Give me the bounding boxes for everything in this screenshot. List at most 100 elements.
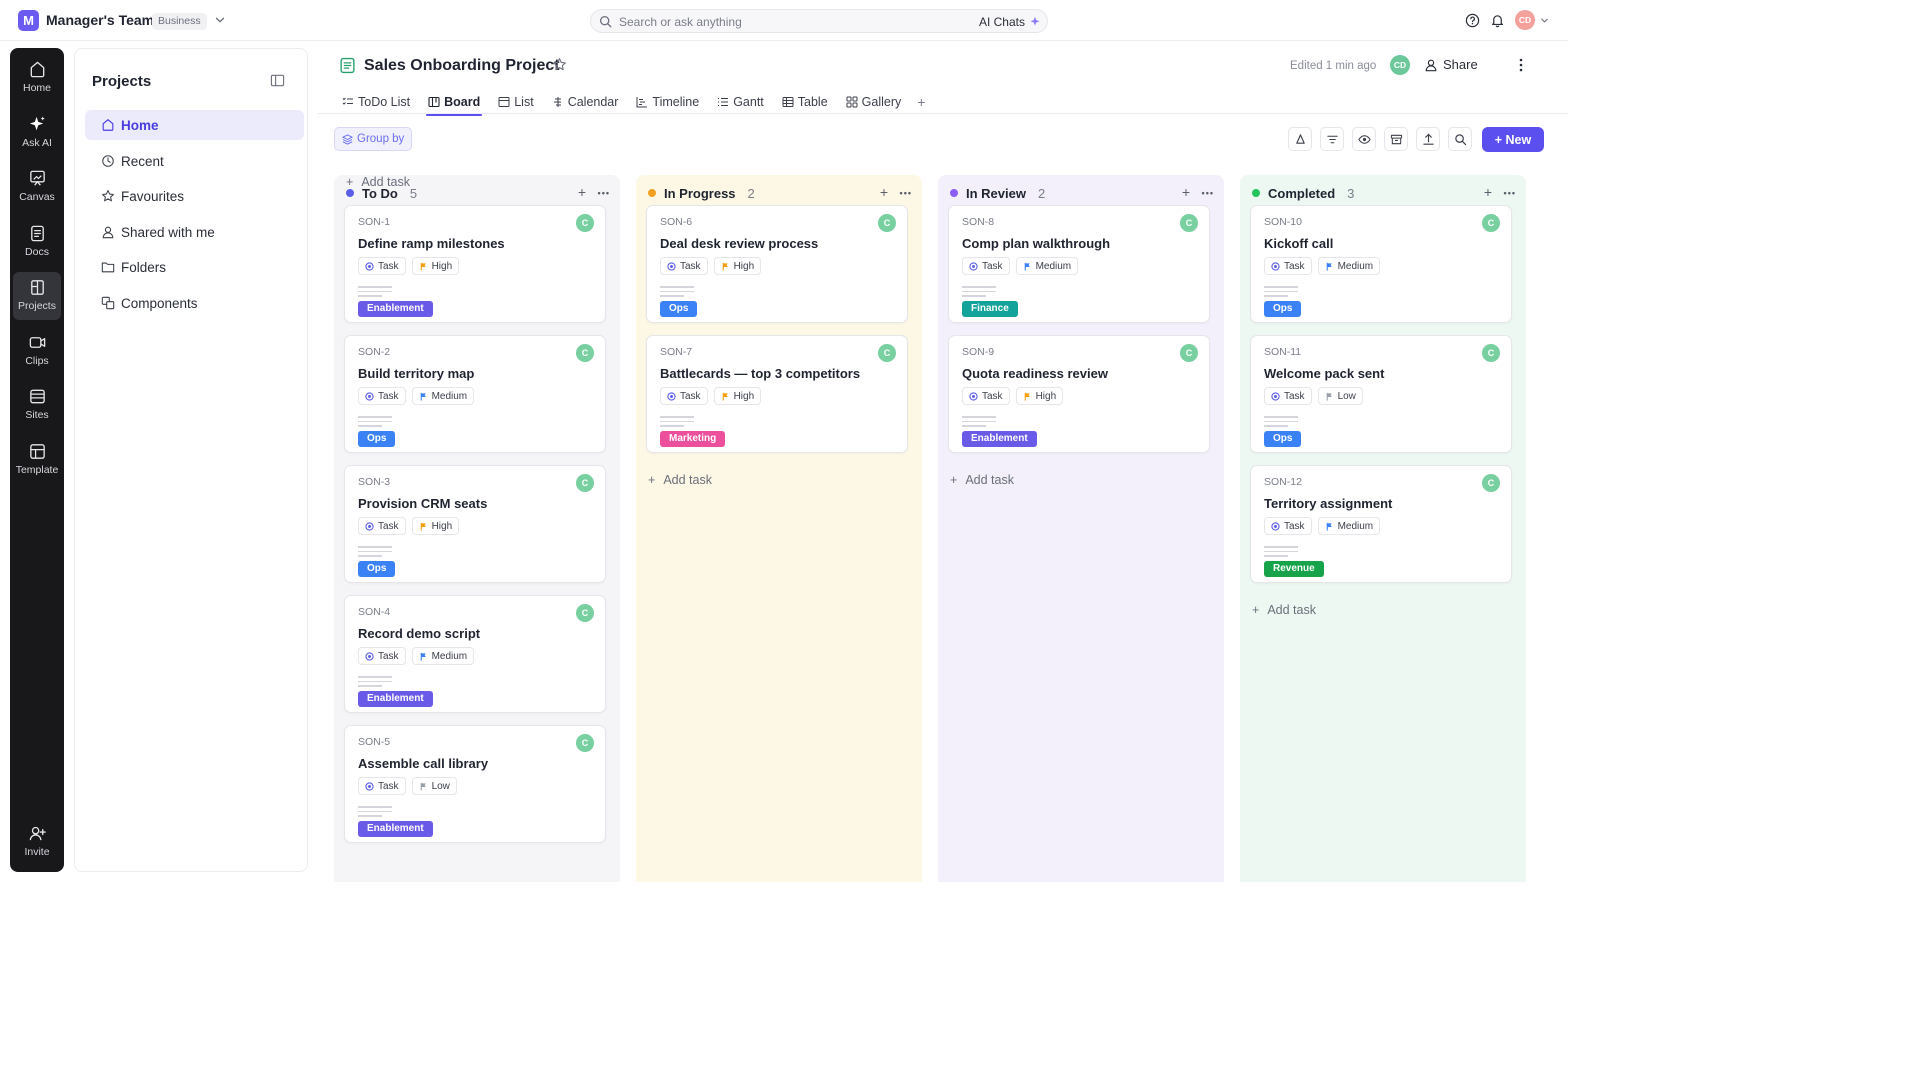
assignee-avatar[interactable]: C: [1180, 344, 1198, 362]
assignee-avatar[interactable]: C: [1180, 214, 1198, 232]
column-add-button[interactable]: +: [578, 183, 586, 201]
more-vertical-icon[interactable]: [1514, 57, 1528, 73]
sort-button[interactable]: [1288, 127, 1312, 151]
sidebar-item-folders[interactable]: Folders: [85, 252, 304, 282]
label-badge[interactable]: Ops: [358, 431, 396, 447]
tab-todo-list[interactable]: ToDo List: [340, 91, 412, 113]
rail-item-docs[interactable]: Docs: [10, 218, 64, 266]
sidebar-item-components[interactable]: Components: [85, 288, 304, 318]
collaborator-avatar[interactable]: CD: [1390, 55, 1410, 75]
assignee-avatar[interactable]: C: [576, 604, 594, 622]
label-badge[interactable]: Enablement: [358, 301, 433, 317]
task-type-chip[interactable]: Task: [660, 387, 708, 405]
task-type-chip[interactable]: Task: [962, 387, 1010, 405]
group-by-button[interactable]: Group by: [334, 127, 413, 151]
favourite-star-icon[interactable]: [552, 57, 567, 72]
task-card[interactable]: SON-1 C Define ramp milestones Task High Enab…: [344, 205, 606, 323]
new-task-button[interactable]: + New: [1482, 127, 1544, 152]
task-card[interactable]: SON-4 C Record demo script Task Medium Enable…: [344, 595, 606, 713]
workspace-logo[interactable]: M: [18, 10, 39, 31]
sidebar-item-home[interactable]: Home: [85, 110, 304, 140]
tab-list[interactable]: List: [496, 91, 535, 113]
tab-timeline[interactable]: Timeline: [634, 91, 701, 113]
task-card[interactable]: SON-6 C Deal desk review process Task High Op…: [646, 205, 908, 323]
sidebar-item-shared[interactable]: Shared with me: [85, 217, 304, 247]
add-task-button[interactable]: + Add task: [346, 175, 410, 189]
column-more-button[interactable]: •••: [900, 185, 912, 201]
tab-table[interactable]: Table: [780, 91, 830, 113]
chevron-down-icon[interactable]: [213, 13, 227, 27]
task-type-chip[interactable]: Task: [358, 257, 406, 275]
priority-chip[interactable]: Medium: [411, 387, 475, 405]
add-view-button[interactable]: +: [917, 91, 925, 115]
tab-gantt[interactable]: Gantt: [715, 91, 766, 113]
task-type-chip[interactable]: Task: [1264, 517, 1312, 535]
sidebar-collapse-icon[interactable]: [270, 73, 285, 88]
assignee-avatar[interactable]: C: [878, 214, 896, 232]
rail-item-template[interactable]: Template: [10, 436, 64, 484]
task-type-chip[interactable]: Task: [660, 257, 708, 275]
search-bar[interactable]: Search or ask anything AI Chats: [590, 9, 1048, 33]
tab-board[interactable]: Board: [426, 91, 483, 116]
task-type-chip[interactable]: Task: [962, 257, 1010, 275]
priority-chip[interactable]: Low: [411, 777, 457, 795]
label-badge[interactable]: Ops: [1264, 301, 1302, 317]
priority-chip[interactable]: Medium: [411, 647, 475, 665]
ai-chats-button[interactable]: AI Chats: [979, 13, 1041, 30]
help-icon[interactable]: [1465, 13, 1480, 28]
label-badge[interactable]: Revenue: [1264, 561, 1324, 577]
task-type-chip[interactable]: Task: [1264, 257, 1312, 275]
task-card[interactable]: SON-2 C Build territory map Task Medium Ops: [344, 335, 606, 453]
task-card[interactable]: SON-11 C Welcome pack sent Task Low Ops: [1250, 335, 1512, 453]
archive-button[interactable]: [1384, 127, 1408, 151]
priority-chip[interactable]: Medium: [1015, 257, 1079, 275]
sidebar-item-favourites[interactable]: Favourites: [85, 181, 304, 211]
task-type-chip[interactable]: Task: [1264, 387, 1312, 405]
bell-icon[interactable]: [1490, 13, 1505, 28]
share-button[interactable]: Share: [1424, 57, 1478, 72]
priority-chip[interactable]: High: [1015, 387, 1064, 405]
column-add-button[interactable]: +: [1182, 183, 1190, 201]
tab-gallery[interactable]: Gallery: [844, 91, 904, 113]
column-more-button[interactable]: •••: [598, 185, 610, 201]
task-card[interactable]: SON-8 C Comp plan walkthrough Task Medium Fin…: [948, 205, 1210, 323]
assignee-avatar[interactable]: C: [878, 344, 896, 362]
label-badge[interactable]: Enablement: [358, 821, 433, 837]
add-task-button[interactable]: + Add task: [1252, 603, 1316, 617]
label-badge[interactable]: Finance: [962, 301, 1018, 317]
task-card[interactable]: SON-3 C Provision CRM seats Task High Ops: [344, 465, 606, 583]
task-type-chip[interactable]: Task: [358, 647, 406, 665]
rail-item-projects[interactable]: Projects: [13, 272, 61, 320]
rail-item-sites[interactable]: Sites: [10, 381, 64, 429]
add-task-button[interactable]: + Add task: [950, 473, 1014, 487]
assignee-avatar[interactable]: C: [576, 214, 594, 232]
assignee-avatar[interactable]: C: [576, 344, 594, 362]
rail-item-ask-ai[interactable]: Ask AI: [10, 109, 64, 157]
priority-chip[interactable]: High: [713, 387, 762, 405]
label-badge[interactable]: Enablement: [962, 431, 1037, 447]
task-card[interactable]: SON-5 C Assemble call library Task Low Enable…: [344, 725, 606, 843]
label-badge[interactable]: Ops: [660, 301, 698, 317]
rail-item-canvas[interactable]: Canvas: [10, 163, 64, 211]
chevron-down-icon[interactable]: [1539, 15, 1550, 26]
task-type-chip[interactable]: Task: [358, 517, 406, 535]
visibility-button[interactable]: [1352, 127, 1376, 151]
task-card[interactable]: SON-7 C Battlecards — top 3 competitors Tas…: [646, 335, 908, 453]
filter-button[interactable]: [1320, 127, 1344, 151]
column-add-button[interactable]: +: [1484, 183, 1492, 201]
tab-calendar[interactable]: Calendar: [550, 91, 621, 113]
rail-item-clips[interactable]: Clips: [10, 327, 64, 375]
task-card[interactable]: SON-10 C Kickoff call Task Medium Ops: [1250, 205, 1512, 323]
task-type-chip[interactable]: Task: [358, 387, 406, 405]
board-search-button[interactable]: [1448, 127, 1472, 151]
label-badge[interactable]: Enablement: [358, 691, 433, 707]
label-badge[interactable]: Marketing: [660, 431, 726, 447]
export-button[interactable]: [1416, 127, 1440, 151]
task-type-chip[interactable]: Task: [358, 777, 406, 795]
user-avatar[interactable]: CD: [1515, 10, 1535, 30]
assignee-avatar[interactable]: C: [1482, 214, 1500, 232]
workspace-name[interactable]: Manager's Team: [46, 12, 154, 28]
rail-item-invite[interactable]: Invite: [10, 818, 64, 866]
priority-chip[interactable]: Low: [1317, 387, 1363, 405]
add-task-button[interactable]: + Add task: [648, 473, 712, 487]
